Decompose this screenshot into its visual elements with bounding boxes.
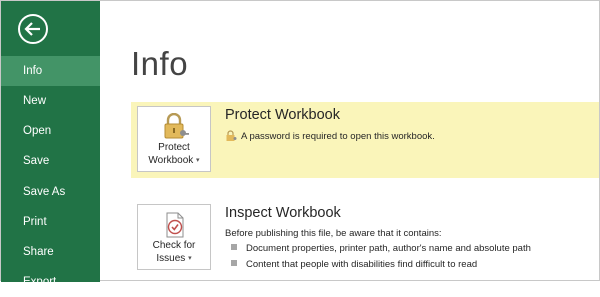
inspect-workbook-title: Inspect Workbook [225,205,341,221]
protect-workbook-label: Protect Workbook ▾ [138,141,210,167]
protect-workbook-section: Protect Workbook ▾ Protect Workbook A pa… [131,102,599,178]
inspect-workbook-section: Check for Issues ▾ Inspect Workbook Befo… [131,200,599,276]
list-item: Document properties, printer path, autho… [231,243,531,254]
sidebar-item-share[interactable]: Share [1,237,100,267]
bullet-square-icon [231,244,237,250]
chevron-down-icon: ▾ [188,255,192,262]
protect-label-line2: Workbook [148,155,194,167]
bullet-text: Content that people with disabilities fi… [246,259,478,270]
sidebar-item-save-as[interactable]: Save As [1,177,100,207]
protect-label-line1: Protect [158,142,190,153]
check-label-line2: Issues [156,253,186,265]
sidebar-item-new[interactable]: New [1,86,100,116]
protect-workbook-title: Protect Workbook [225,107,340,123]
sidebar-item-open[interactable]: Open [1,116,100,146]
sidebar-item-export[interactable]: Export [1,267,100,297]
check-for-issues-button[interactable]: Check for Issues ▾ [137,204,211,270]
bullet-square-icon [231,260,237,266]
sidebar-item-info[interactable]: Info [1,56,100,86]
protect-workbook-button[interactable]: Protect Workbook ▾ [137,106,211,172]
bullet-text: Document properties, printer path, autho… [246,243,531,254]
check-for-issues-label: Check for Issues ▾ [138,239,210,265]
page-title: Info [131,45,189,82]
small-lock-icon [225,130,237,144]
protect-status: A password is required to open this work… [225,130,435,144]
sidebar-item-save[interactable]: Save [1,146,100,176]
inspect-description: Before publishing this file, be aware th… [225,228,442,239]
sidebar-item-print[interactable]: Print [1,207,100,237]
protect-status-text: A password is required to open this work… [241,131,435,142]
check-label-line1: Check for [152,240,196,251]
chevron-down-icon: ▾ [196,157,200,164]
back-arrow-icon[interactable] [17,13,49,45]
list-item: Content that people with disabilities fi… [231,259,477,270]
info-pane: Info Protect Workbook ▾ Protect Workbook [100,1,599,280]
backstage-sidebar: Info New Open Save Save As Print Share E… [1,1,100,288]
